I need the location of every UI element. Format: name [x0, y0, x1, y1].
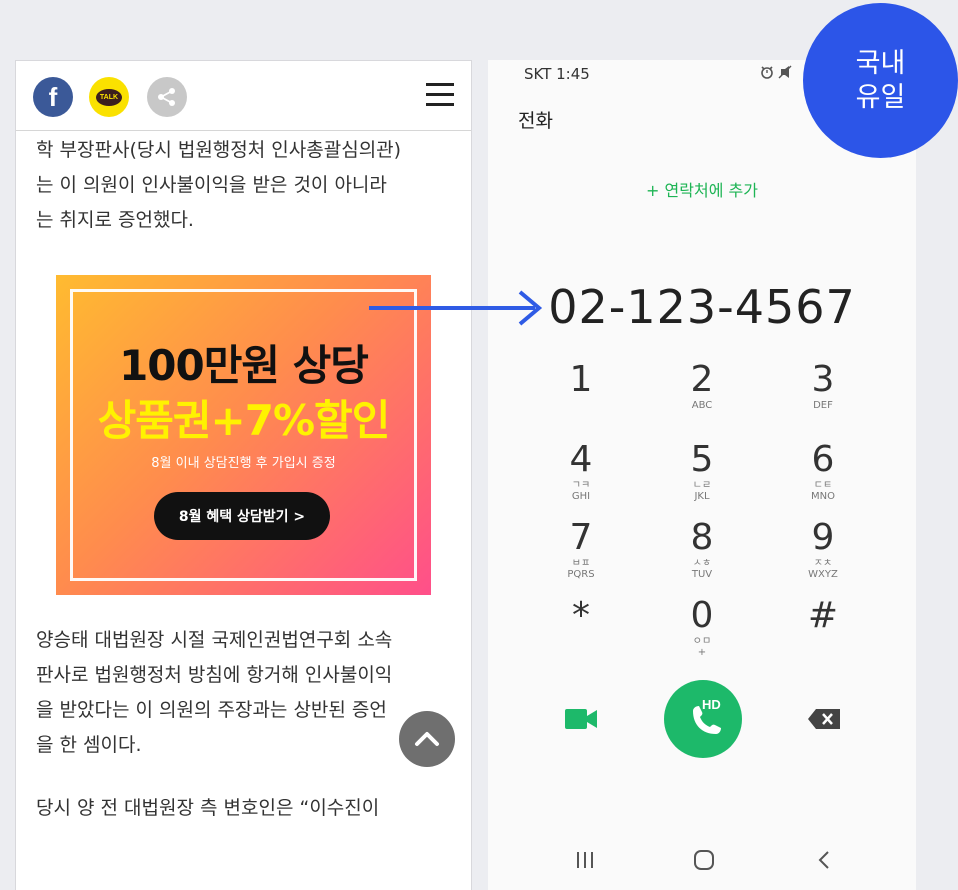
keypad-key-6[interactable]: 6 ㄷㅌ MNO — [763, 440, 883, 510]
keypad-korean-letters: ㅇㅁ — [692, 636, 712, 647]
keypad-digit: 0 — [690, 595, 714, 636]
facebook-share-button[interactable]: f — [33, 77, 73, 117]
keypad-digit: 8 — [690, 517, 714, 558]
keypad-key-5[interactable]: 5 ㄴㄹ JKL — [642, 440, 762, 510]
home-icon — [694, 850, 714, 870]
keypad-key-8[interactable]: 8 ㅅㅎ TUV — [642, 518, 762, 588]
keypad-korean-letters: ㅅㅎ — [692, 558, 712, 569]
keypad-key-hash[interactable]: # — [763, 596, 883, 666]
share-icon — [158, 88, 175, 106]
keypad-latin-letters: JKL — [694, 491, 710, 502]
keypad-key-0[interactable]: 0 ㅇㅁ + — [642, 596, 762, 666]
keypad-digit: 1 — [569, 359, 593, 400]
dialed-number-display[interactable]: 02-123-4567 — [488, 280, 916, 334]
keypad-digit: 2 — [690, 359, 714, 400]
hd-label: HD — [702, 697, 721, 712]
mute-icon — [778, 65, 792, 79]
article-line: 을 한 셈이다. — [36, 734, 142, 756]
keypad-latin-letters: GHI — [571, 491, 591, 502]
keypad-latin-letters: ABC — [691, 400, 713, 411]
add-contact-button[interactable]: + 연락처에 추가 — [488, 177, 916, 201]
keypad-latin-letters: TUV — [691, 569, 713, 580]
phone-dialer-screen: SKT 1:45 전화 + 연락처에 추가 02-123-4567 1 2 ABC 3… — [488, 60, 916, 890]
page-title: 전화 — [518, 110, 553, 132]
keypad-key-7[interactable]: 7 ㅂㅍ PQRS — [521, 518, 641, 588]
domestic-unique-badge: 국내 유일 — [803, 3, 958, 158]
keypad-digit: 6 — [811, 439, 835, 480]
facebook-icon: f — [48, 81, 58, 112]
keypad-latin-letters: PQRS — [567, 569, 595, 580]
kakaotalk-share-button[interactable]: TALK — [89, 77, 129, 117]
keypad-key-4[interactable]: 4 ㄱㅋ GHI — [521, 440, 641, 510]
keypad-key-star[interactable]: * — [521, 596, 641, 666]
keypad-key-1[interactable]: 1 — [521, 360, 641, 430]
keypad-latin-letters: DEF — [813, 400, 833, 411]
ad-title: 100만원 상당 — [119, 341, 369, 390]
keypad-korean-letters: ㄱㅋ — [571, 480, 591, 491]
keypad-digit: * — [572, 595, 590, 636]
article-line: 는 이 의원이 인사불이익을 받은 것이 아니라 — [36, 174, 387, 196]
article-line: 양승태 대법원장 시절 국제인권법연구회 소속 — [36, 629, 393, 651]
article-line: 판사로 법원행정처 방침에 항거해 인사불이익 — [36, 664, 393, 686]
keypad-digit: 7 — [569, 517, 593, 558]
chevron-up-icon — [415, 732, 439, 746]
kakaotalk-icon: TALK — [96, 88, 122, 106]
article-line: 당시 양 전 대법원장 측 변호인은 “이수진이 — [36, 797, 380, 819]
article-line: 학 부장판사(당시 법원행정처 인사총괄심의관) — [36, 139, 402, 161]
back-icon — [818, 851, 829, 869]
badge-text: 국내 유일 — [855, 47, 906, 113]
share-button[interactable] — [147, 77, 187, 117]
article-line: 을 받았다는 이 의원의 주장과는 상반된 증언 — [36, 699, 387, 721]
article-line: 는 취지로 증언했다. — [36, 209, 194, 231]
status-bar-icons — [760, 65, 792, 82]
keypad-key-9[interactable]: 9 ㅈㅊ WXYZ — [763, 518, 883, 588]
keypad-digit: # — [807, 595, 839, 636]
hd-call-button[interactable]: HD — [664, 680, 742, 758]
scroll-to-top-button[interactable] — [399, 711, 455, 767]
ad-consult-button[interactable]: 8월 혜택 상담받기 > — [154, 492, 330, 540]
keypad-key-3[interactable]: 3 DEF — [763, 360, 883, 430]
keypad-korean-letters: ㄷㅌ — [813, 480, 833, 491]
keypad-latin-letters: + — [697, 647, 707, 658]
home-button[interactable] — [684, 845, 724, 875]
keypad-digit: 4 — [569, 439, 593, 480]
keypad-digit: 9 — [811, 517, 835, 558]
recent-apps-icon — [577, 852, 593, 868]
keypad-korean-letters: ㄴㄹ — [692, 480, 712, 491]
article-header: f TALK — [16, 61, 471, 131]
keypad-digit: 5 — [690, 439, 714, 480]
article-panel: f TALK 학 부장판사(당시 법원행정처 인사총괄심의관) 는 이 의원이 … — [15, 60, 472, 890]
status-bar-carrier-time: SKT 1:45 — [524, 65, 590, 83]
keypad-key-2[interactable]: 2 ABC — [642, 360, 762, 430]
kakaotalk-icon-label: TALK — [99, 93, 119, 101]
keypad-latin-letters: WXYZ — [808, 569, 838, 580]
video-call-icon[interactable] — [565, 709, 597, 729]
keypad-korean-letters: ㅂㅍ — [571, 558, 591, 569]
keypad-latin-letters: MNO — [811, 491, 835, 502]
ad-subtitle: 상품권+7%할인 — [97, 396, 391, 445]
backspace-icon[interactable] — [808, 709, 840, 729]
recent-apps-button[interactable] — [565, 845, 605, 875]
phone-icon — [693, 706, 721, 734]
arrow-right-icon — [369, 290, 543, 326]
keypad-digit: 3 — [811, 359, 835, 400]
alarm-icon — [761, 66, 773, 79]
keypad-korean-letters: ㅈㅊ — [813, 558, 833, 569]
ad-note: 8월 이내 상담진행 후 가입시 증정 — [151, 456, 336, 471]
hamburger-menu-icon[interactable] — [426, 83, 454, 107]
back-button[interactable] — [804, 845, 844, 875]
